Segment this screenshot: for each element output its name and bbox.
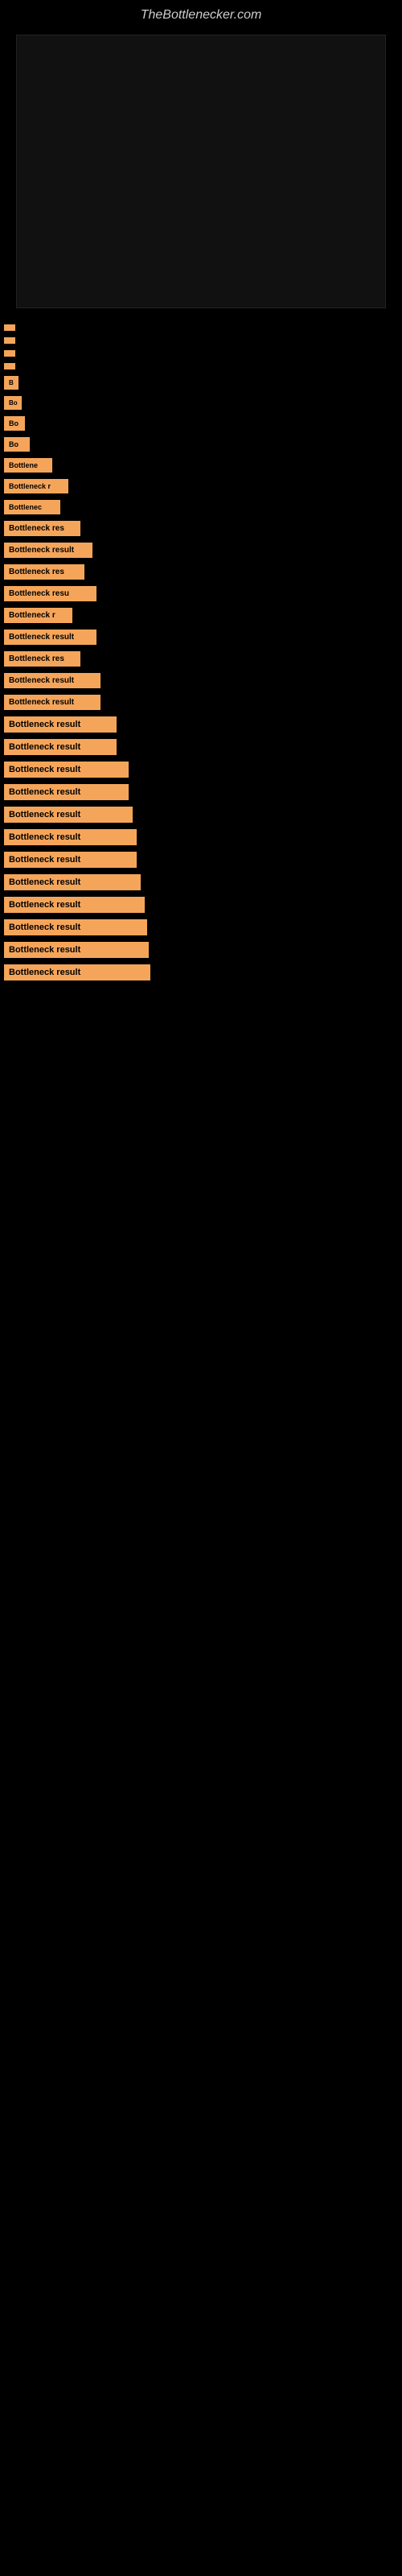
result-item-26: Bottleneck result	[4, 829, 398, 845]
result-item-10: Bottleneck r	[4, 479, 398, 493]
result-label-9: Bottlene	[4, 458, 52, 473]
result-label-24: Bottleneck result	[4, 784, 129, 800]
result-item-21: Bottleneck result	[4, 716, 398, 733]
result-item-20: Bottleneck result	[4, 695, 398, 710]
result-item-5: B	[4, 376, 398, 390]
result-item-2	[4, 337, 398, 344]
result-label-26: Bottleneck result	[4, 829, 137, 845]
result-label-25: Bottleneck result	[4, 807, 133, 823]
result-label-12: Bottleneck res	[4, 521, 80, 536]
result-label-2	[4, 337, 15, 344]
site-title: TheBottlenecker.com	[0, 0, 402, 27]
result-item-19: Bottleneck result	[4, 673, 398, 688]
result-item-8: Bo	[4, 437, 398, 452]
result-item-27: Bottleneck result	[4, 852, 398, 868]
result-label-32: Bottleneck result	[4, 964, 150, 980]
result-label-7: Bo	[4, 416, 25, 431]
result-item-22: Bottleneck result	[4, 739, 398, 755]
result-label-6: Bo	[4, 396, 22, 410]
result-item-24: Bottleneck result	[4, 784, 398, 800]
result-item-9: Bottlene	[4, 458, 398, 473]
result-label-13: Bottleneck result	[4, 543, 92, 558]
result-label-29: Bottleneck result	[4, 897, 145, 913]
chart-area	[16, 35, 386, 308]
result-item-17: Bottleneck result	[4, 630, 398, 645]
result-label-30: Bottleneck result	[4, 919, 147, 935]
result-item-11: Bottlenec	[4, 500, 398, 514]
result-label-21: Bottleneck result	[4, 716, 117, 733]
result-item-1	[4, 324, 398, 331]
result-item-14: Bottleneck res	[4, 564, 398, 580]
result-item-23: Bottleneck result	[4, 762, 398, 778]
result-label-18: Bottleneck res	[4, 651, 80, 667]
result-label-11: Bottlenec	[4, 500, 60, 514]
result-label-15: Bottleneck resu	[4, 586, 96, 601]
result-item-29: Bottleneck result	[4, 897, 398, 913]
result-item-30: Bottleneck result	[4, 919, 398, 935]
result-label-1	[4, 324, 15, 331]
result-label-5: B	[4, 376, 18, 390]
result-item-7: Bo	[4, 416, 398, 431]
result-item-15: Bottleneck resu	[4, 586, 398, 601]
result-label-28: Bottleneck result	[4, 874, 141, 890]
result-label-3	[4, 350, 15, 357]
result-label-14: Bottleneck res	[4, 564, 84, 580]
result-item-6: Bo	[4, 396, 398, 410]
result-label-4	[4, 363, 15, 369]
result-item-31: Bottleneck result	[4, 942, 398, 958]
result-item-18: Bottleneck res	[4, 651, 398, 667]
result-label-31: Bottleneck result	[4, 942, 149, 958]
result-item-4	[4, 363, 398, 369]
result-label-23: Bottleneck result	[4, 762, 129, 778]
result-label-20: Bottleneck result	[4, 695, 100, 710]
result-item-13: Bottleneck result	[4, 543, 398, 558]
result-item-25: Bottleneck result	[4, 807, 398, 823]
result-label-27: Bottleneck result	[4, 852, 137, 868]
result-label-8: Bo	[4, 437, 30, 452]
result-item-12: Bottleneck res	[4, 521, 398, 536]
result-label-10: Bottleneck r	[4, 479, 68, 493]
result-label-16: Bottleneck r	[4, 608, 72, 623]
result-label-22: Bottleneck result	[4, 739, 117, 755]
result-item-3	[4, 350, 398, 357]
result-item-28: Bottleneck result	[4, 874, 398, 890]
result-label-17: Bottleneck result	[4, 630, 96, 645]
result-item-16: Bottleneck r	[4, 608, 398, 623]
result-label-19: Bottleneck result	[4, 673, 100, 688]
result-item-32: Bottleneck result	[4, 964, 398, 980]
results-container: B Bo Bo Bo Bottlene Bottleneck r Bottlenec Bott…	[0, 324, 402, 980]
